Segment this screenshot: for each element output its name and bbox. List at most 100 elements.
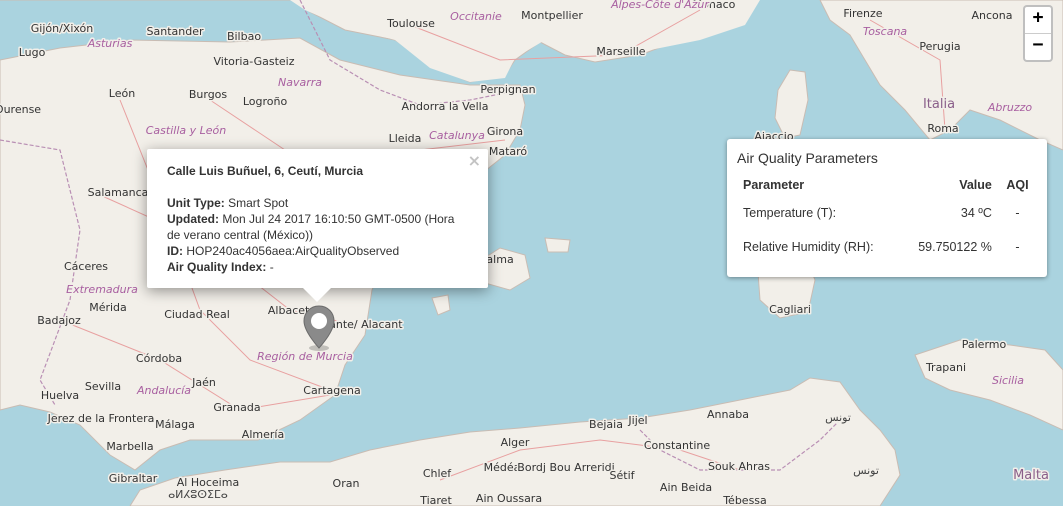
- city-label: Andorra la Vella: [402, 100, 489, 113]
- place-label: ⴰⵍⵃⵓⵙⵉⵎⴰ: [168, 488, 228, 501]
- city-label: Sevilla: [85, 380, 121, 393]
- popup-tip: [303, 288, 331, 302]
- table-row: Relative Humidity (RH): 59.750122 % -: [737, 230, 1037, 264]
- city-label: Sétif: [610, 469, 636, 482]
- city-label: Perugia: [919, 40, 960, 53]
- city-label: Jaén: [191, 376, 216, 389]
- city-label: Cagliari: [769, 303, 811, 316]
- city-label: Constantine: [644, 439, 710, 452]
- city-label: Marseille: [596, 45, 645, 58]
- city-label: Toulouse: [386, 17, 435, 30]
- place-label: تونس: [853, 464, 879, 477]
- city-label: Montpellier: [521, 9, 583, 22]
- region-label: Extremadura: [66, 283, 138, 296]
- city-label: Huelva: [41, 389, 79, 402]
- city-label: Córdoba: [136, 352, 182, 365]
- panel-title: Air Quality Parameters: [737, 150, 878, 166]
- updated-label: Updated:: [167, 212, 219, 226]
- region-label: Occitanie: [450, 10, 502, 23]
- city-label: Marbella: [106, 440, 153, 453]
- zoom-out-button[interactable]: −: [1025, 33, 1051, 60]
- city-label: Salamanca: [88, 186, 149, 199]
- id-label: ID:: [167, 244, 183, 258]
- city-label: Lleida: [389, 132, 422, 145]
- city-label: Chlef: [423, 467, 452, 480]
- city-label: Roma: [927, 122, 958, 135]
- city-label: Médéa: [484, 461, 521, 474]
- header-parameter: Parameter: [743, 178, 805, 192]
- city-label: Tiaret: [419, 494, 452, 506]
- city-label: Lugo: [19, 46, 46, 59]
- region-label: Catalunya: [429, 129, 485, 142]
- updated-line: Updated: Mon Jul 24 2017 16:10:50 GMT-05…: [167, 211, 468, 243]
- table-header-row: Parameter Value AQI: [737, 174, 1037, 196]
- city-label: Vitoria-Gasteiz: [214, 55, 295, 68]
- city-label: Jijel: [627, 414, 647, 427]
- city-label: Ourense: [0, 103, 41, 116]
- region-label: Navarra: [278, 76, 322, 89]
- city-label: Mataró: [489, 145, 528, 158]
- city-label: Burgos: [189, 88, 228, 101]
- row-aqi: -: [1015, 240, 1020, 254]
- popup-close-button[interactable]: ×: [468, 151, 481, 170]
- aqi-line: Air Quality Index: -: [167, 259, 468, 275]
- city-label: Ain Beida: [660, 481, 712, 494]
- city-label: Bilbao: [227, 30, 261, 43]
- city-label: Gibraltar: [109, 472, 158, 485]
- parameters-table: Parameter Value AQI Temperature (T): 34 …: [737, 174, 1037, 264]
- unit-type-label: Unit Type:: [167, 196, 225, 210]
- row-parameter: Temperature (T):: [743, 206, 837, 220]
- city-label: Palermo: [962, 338, 1007, 351]
- city-label: Mérida: [89, 301, 127, 314]
- city-label: Souk Ahras: [708, 460, 770, 473]
- table-row: Temperature (T): 34 ºC -: [737, 196, 1037, 230]
- region-label: Toscana: [863, 25, 908, 38]
- city-label: Ain Oussara: [476, 492, 542, 505]
- popup-title: Calle Luis Buñuel, 6, Ceutí, Murcia: [167, 164, 364, 178]
- row-value: 34 ºC: [960, 206, 992, 220]
- city-label: Cáceres: [64, 260, 108, 273]
- air-quality-panel: Air Quality Parameters Parameter Value A…: [727, 139, 1047, 277]
- header-value: Value: [959, 178, 992, 192]
- city-label: Málaga: [155, 418, 195, 431]
- header-aqi: AQI: [1006, 178, 1029, 192]
- city-label: Firenze: [843, 7, 882, 20]
- city-label: Bejaia: [589, 418, 623, 431]
- city-label: Almería: [242, 428, 284, 441]
- zoom-control: + −: [1023, 5, 1053, 62]
- city-label: Girona: [487, 125, 523, 138]
- city-label: Santander: [147, 25, 204, 38]
- city-label: Annaba: [707, 408, 749, 421]
- city-label: Cartagena: [303, 384, 360, 397]
- zoom-in-button[interactable]: +: [1025, 7, 1051, 33]
- city-label: Logroño: [243, 95, 288, 108]
- aqi-label: Air Quality Index:: [167, 260, 267, 274]
- id-line: ID: HOP240ac4056aea:AirQualityObserved: [167, 243, 468, 259]
- country-label: Italia: [923, 97, 955, 112]
- city-label: Alger: [501, 436, 530, 449]
- land-menorca: [544, 237, 571, 253]
- map-marker-icon[interactable]: [302, 304, 336, 352]
- city-label: Oran: [333, 477, 360, 490]
- city-label: Tébessa: [722, 494, 767, 506]
- city-label: Trapani: [925, 361, 966, 374]
- region-label: Sicilia: [992, 374, 1024, 387]
- city-label: Badajoz: [37, 314, 81, 327]
- region-label: Castilla y León: [146, 124, 227, 137]
- row-aqi: -: [1015, 206, 1020, 220]
- region-label: Abruzzo: [987, 101, 1033, 114]
- city-label: Perpignan: [480, 83, 535, 96]
- city-label: Gijón/Xixón: [31, 22, 94, 35]
- location-popup: × Calle Luis Buñuel, 6, Ceutí, Murcia Un…: [147, 149, 488, 288]
- city-label: Ciudad Real: [164, 308, 230, 321]
- region-label: Andalucía: [136, 384, 191, 397]
- aqi-value: -: [269, 260, 274, 274]
- city-label: Jerez de la Frontera: [47, 412, 155, 425]
- city-label: Bordj Bou Arreridj: [517, 461, 614, 474]
- city-label: Ancona: [972, 9, 1013, 22]
- place-label: تونس: [825, 411, 851, 424]
- row-value: 59.750122 %: [918, 240, 992, 254]
- city-label: Granada: [213, 401, 260, 414]
- city-label: León: [109, 87, 135, 100]
- region-label: Alpes-Côte d'Azur: [610, 0, 710, 11]
